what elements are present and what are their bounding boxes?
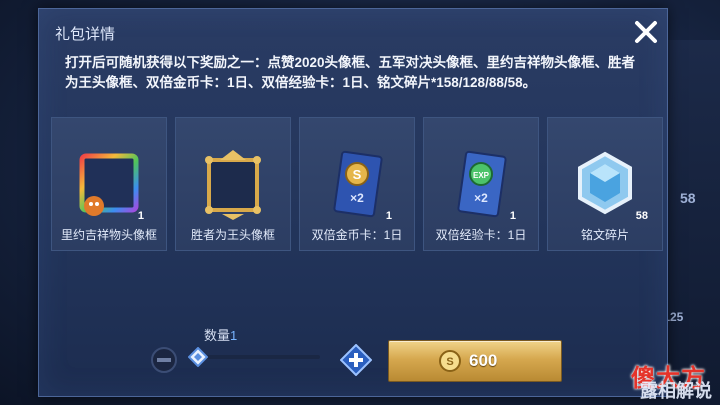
mascot-avatar-frame-icon [79,153,139,216]
reward-card[interactable]: 1 里约吉祥物头像框 [51,117,167,251]
bg-number: 58 [680,190,696,206]
buy-button[interactable]: S 600 [388,340,562,382]
reward-name: 胜者为王头像框 [190,228,275,242]
coin-icon: S [439,350,461,372]
card-multiplier: ×2 [474,191,488,205]
dialog-description: 打开后可随机获得以下奖励之一：点赞2020头像框、五军对决头像框、里约吉祥物头像… [65,55,636,90]
price-label: 600 [469,351,498,370]
reward-list: 1 里约吉祥物头像框 胜者为王头像框 S ×2 1 双倍金币卡：1日 EXP ×… [51,117,663,253]
reward-quantity: 1 [509,210,516,222]
card-multiplier: ×2 [350,191,364,205]
reward-name: 双倍经验卡：1日 [435,228,527,242]
reward-name: 铭文碎片 [580,228,629,242]
quantity-label: 数量1 [204,325,237,344]
reward-card[interactable]: EXP ×2 1 双倍经验卡：1日 [423,117,539,251]
reward-card[interactable]: 58 铭文碎片 [547,117,663,251]
reward-name: 里约吉祥物头像框 [60,228,157,242]
coin-letter: S [353,167,362,182]
inscription-shard-icon [578,151,632,215]
double-coin-card-icon: S ×2 [333,150,383,218]
reward-quantity: 1 [137,210,144,222]
dialog-title: 礼包详情 [55,26,116,43]
gift-pack-dialog: 礼包详情 打开后可随机获得以下奖励之一：点赞2020头像框、五军对决头像框、里约… [38,8,668,397]
minus-icon[interactable] [150,346,178,374]
watermark-subtext: 露相解说 [640,381,712,401]
reward-card[interactable]: 胜者为王头像框 [175,117,291,251]
quantity-label-text: 数量 [204,328,231,343]
quantity-value: 1 [230,328,238,343]
quantity-slider-track[interactable] [192,355,320,359]
double-exp-card-icon: EXP ×2 [457,150,507,218]
close-icon[interactable] [631,17,661,47]
reward-name: 双倍金币卡：1日 [311,228,403,242]
slider-handle-icon[interactable] [188,347,208,367]
plus-icon[interactable] [340,344,372,376]
reward-quantity: 58 [635,210,648,222]
gold-avatar-frame-icon [205,150,261,220]
exp-text: EXP [473,171,490,180]
coin-letter: S [446,356,453,368]
reward-card[interactable]: S ×2 1 双倍金币卡：1日 [299,117,415,251]
reward-quantity: 1 [385,210,392,222]
